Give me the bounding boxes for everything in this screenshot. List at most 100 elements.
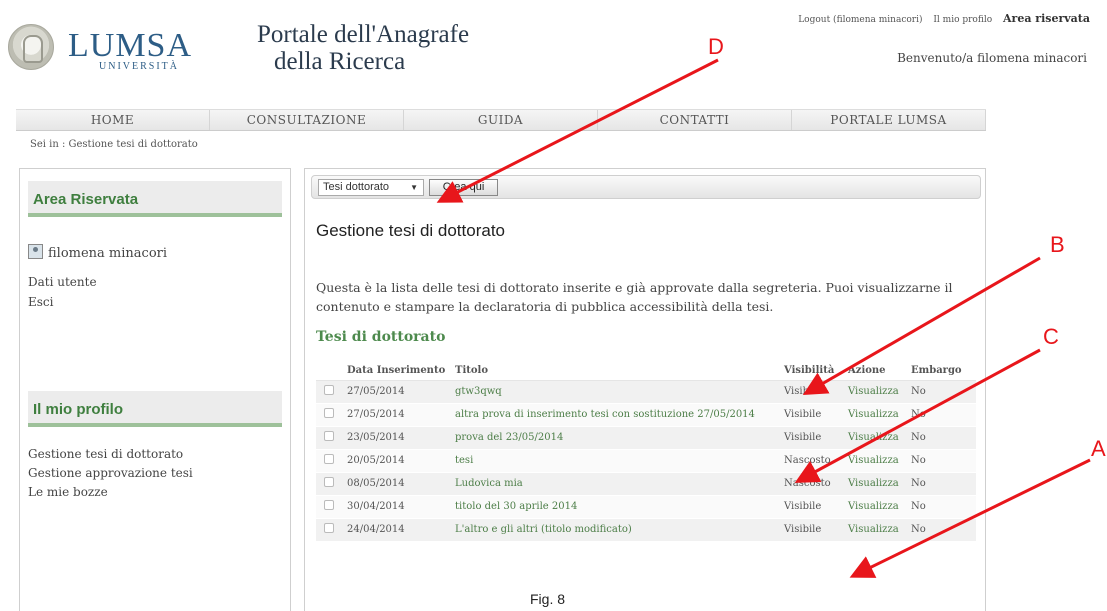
view-link[interactable]: Visualizza [843,379,906,403]
lumsa-logo[interactable]: LUMSA UNIVERSITÀ [6,22,206,74]
table-row: 27/05/2014 gtw3qwq Visibile Visualizza N… [316,379,976,403]
page-title: Gestione tesi di dottorato [316,221,506,240]
header-select [316,361,342,381]
annotation-label-c: C [1043,324,1059,349]
cell-embargo: No [906,379,976,403]
annotation-label-d: D [708,34,724,59]
nav-consultazione[interactable]: CONSULTAZIONE [210,110,404,130]
cell-date: 30/04/2014 [342,494,450,518]
sidebar-item-dati-utente[interactable]: Dati utente [28,275,97,289]
user-icon [28,244,43,259]
welcome-message: Benvenuto/a filomena minacori [897,51,1087,65]
cell-visibility: Visibile [779,379,843,403]
table-row: 24/04/2014 L'altro e gli altri (titolo m… [316,517,976,541]
table-header-row: Data Inserimento Titolo Visibilità Azion… [316,361,976,381]
sidebar-section-profile: Il mio profilo [20,379,290,427]
section-title: Tesi di dottorato [316,329,446,345]
cell-date: 20/05/2014 [342,448,450,472]
portal-title-line2: della Ricerca [274,48,406,75]
cell-date: 27/05/2014 [342,379,450,403]
main-nav: HOME CONSULTAZIONE GUIDA CONTATTI PORTAL… [16,109,986,131]
logo-word: LUMSA [68,27,193,64]
cell-embargo: No [906,517,976,541]
cell-title-link[interactable]: tesi [450,448,779,472]
logout-link[interactable]: Logout (filomena minacori) [798,15,922,25]
table-row: 20/05/2014 tesi Nascosto Visualizza No [316,448,976,472]
logo-subtitle: UNIVERSITÀ [99,61,179,72]
row-checkbox[interactable] [324,477,334,487]
portal-title-line1: Portale dell'Anagrafe [257,21,470,48]
cell-visibility: Visibile [779,494,843,518]
reserved-area-link[interactable]: Area riservata [1003,12,1090,25]
thesis-table: Data Inserimento Titolo Visibilità Azion… [316,361,976,541]
row-checkbox[interactable] [324,385,334,395]
cell-title-link[interactable]: titolo del 30 aprile 2014 [450,494,779,518]
create-button[interactable]: Crea qui [429,179,498,196]
intro-text: Questa è la lista delle tesi di dottorat… [316,280,953,314]
view-link[interactable]: Visualizza [843,448,906,472]
view-link[interactable]: Visualizza [843,517,906,541]
nav-guida[interactable]: GUIDA [404,110,598,130]
sidebar-item-gestione-approvazione[interactable]: Gestione approvazione tesi [28,466,193,480]
sidebar-item-gestione-tesi[interactable]: Gestione tesi di dottorato [28,447,183,461]
header-embargo[interactable]: Embargo [906,361,976,381]
cell-title-link[interactable]: Ludovica mia [450,471,779,495]
nav-contatti[interactable]: CONTATTI [598,110,792,130]
cell-visibility: Visibile [779,517,843,541]
row-checkbox[interactable] [324,431,334,441]
my-profile-link[interactable]: Il mio profilo [933,15,992,25]
breadcrumb: Sei in : Gestione tesi di dottorato [30,139,198,150]
table-row: 23/05/2014 prova del 23/05/2014 Visibile… [316,425,976,449]
cell-embargo: No [906,425,976,449]
cell-date: 24/04/2014 [342,517,450,541]
document-type-value: Tesi dottorato [323,181,390,193]
annotation-label-b: B [1050,232,1065,257]
row-checkbox[interactable] [324,408,334,418]
sidebar-heading-area-riservata: Area Riservata [28,181,282,217]
header-action[interactable]: Azione [843,361,906,381]
view-link[interactable]: Visualizza [843,425,906,449]
cell-date: 23/05/2014 [342,425,450,449]
sidebar-heading-il-mio-profilo: Il mio profilo [28,391,282,427]
row-checkbox[interactable] [324,523,334,534]
cell-title-link[interactable]: L'altro e gli altri (titolo modificato) [450,517,779,541]
row-checkbox[interactable] [324,454,334,464]
user-name: filomena minacori [48,246,168,261]
cell-title-link[interactable]: altra prova di inserimento tesi con sost… [450,402,779,426]
nav-portale-lumsa[interactable]: PORTALE LUMSA [792,110,986,130]
row-checkbox[interactable] [324,500,334,510]
top-links: Logout (filomena minacori) Il mio profil… [790,12,1090,25]
cell-title-link[interactable]: gtw3qwq [450,379,779,403]
nav-home[interactable]: HOME [16,110,210,130]
view-link[interactable]: Visualizza [843,494,906,518]
main-panel: Tesi dottorato ▼ Crea qui Gestione tesi … [304,168,986,611]
toolbar: Tesi dottorato ▼ Crea qui [311,175,981,199]
dropdown-arrow-icon: ▼ [410,183,418,192]
cell-visibility: Visibile [779,425,843,449]
document-type-select[interactable]: Tesi dottorato ▼ [318,179,424,196]
table-row: 30/04/2014 titolo del 30 aprile 2014 Vis… [316,494,976,518]
figure-caption: Fig. 8 [530,591,566,607]
header-visibility[interactable]: Visibilità [779,361,843,381]
university-seal-icon [8,24,54,70]
cell-embargo: No [906,494,976,518]
view-link[interactable]: Visualizza [843,471,906,495]
portal-title: Portale dell'Anagrafe della Ricerca [257,21,469,75]
cell-visibility: Nascosto [779,471,843,495]
cell-title-link[interactable]: prova del 23/05/2014 [450,425,779,449]
cell-visibility: Nascosto [779,448,843,472]
user-line: filomena minacori [28,244,167,261]
view-link[interactable]: Visualizza [843,402,906,426]
cell-embargo: No [906,471,976,495]
cell-visibility: Visibile [779,402,843,426]
cell-date: 08/05/2014 [342,471,450,495]
sidebar-item-le-mie-bozze[interactable]: Le mie bozze [28,485,108,499]
sidebar-item-esci[interactable]: Esci [28,295,53,309]
annotation-label-a: A [1091,436,1106,461]
table-row: 27/05/2014 altra prova di inserimento te… [316,402,976,426]
table-row: 08/05/2014 Ludovica mia Nascosto Visuali… [316,471,976,495]
cell-embargo: No [906,448,976,472]
cell-date: 27/05/2014 [342,402,450,426]
header-title[interactable]: Titolo [450,361,779,381]
header-date[interactable]: Data Inserimento [342,361,450,381]
